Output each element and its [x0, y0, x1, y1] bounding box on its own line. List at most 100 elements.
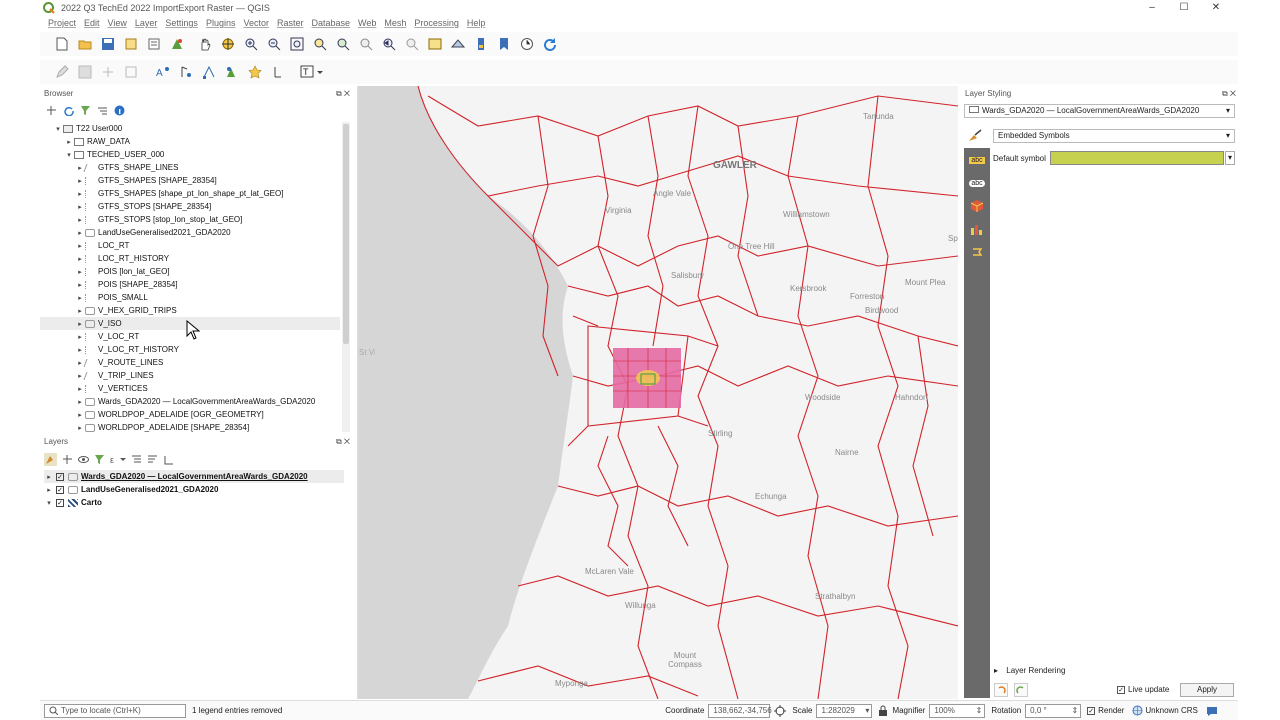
- filter-by-expression-icon[interactable]: ε: [110, 454, 126, 465]
- browser-item[interactable]: ▸ POIS [lon_lat_GEO]: [40, 265, 340, 278]
- zoom-native-button[interactable]: [356, 35, 376, 53]
- browser-item[interactable]: ▸ LOC_RT_HISTORY: [40, 252, 340, 265]
- default-symbol-color-button[interactable]: [1050, 151, 1224, 165]
- remove-layer-icon[interactable]: [163, 454, 174, 465]
- locator-search-input[interactable]: Type to locate (Ctrl+K): [44, 703, 186, 718]
- new-print-layout-button[interactable]: [121, 35, 141, 53]
- zoom-in-button[interactable]: [241, 35, 261, 53]
- zoom-to-layer-button[interactable]: [333, 35, 353, 53]
- menu-edit[interactable]: Edit: [84, 18, 100, 28]
- browser-item[interactable]: ▸ LandUseGeneralised2021_GDA2020: [40, 226, 340, 239]
- filter-legend-icon[interactable]: [94, 454, 105, 465]
- coordinate-field[interactable]: 138,662,-34,756: [708, 703, 772, 718]
- refresh-button[interactable]: [540, 35, 560, 53]
- symbology-tab[interactable]: [964, 126, 986, 146]
- layer-visibility-checkbox[interactable]: ✓: [56, 472, 64, 481]
- zoom-out-button[interactable]: [264, 35, 284, 53]
- browser-item[interactable]: ▸ POIS [SHAPE_28354]: [40, 278, 340, 291]
- panel-float-close-buttons[interactable]: ⧉ ✕: [336, 88, 350, 100]
- crs-globe-icon[interactable]: [1132, 705, 1143, 716]
- browser-item[interactable]: ▸ POIS_SMALL: [40, 291, 340, 304]
- toggle-extents-icon[interactable]: [774, 704, 787, 717]
- redo-style-button[interactable]: [1014, 683, 1028, 697]
- new-map-view-button[interactable]: [425, 35, 445, 53]
- zoom-last-button[interactable]: [379, 35, 399, 53]
- history-tab-icon[interactable]: [967, 244, 987, 260]
- browser-item[interactable]: ▾ T22 User000: [40, 122, 340, 135]
- layout-manager-button[interactable]: [144, 35, 164, 53]
- new-3d-view-button[interactable]: [448, 35, 468, 53]
- menu-database[interactable]: Database: [312, 18, 351, 28]
- lock-scale-icon[interactable]: [878, 705, 888, 716]
- minimize-button[interactable]: –: [1136, 0, 1168, 16]
- move-label-button[interactable]: [176, 63, 196, 81]
- menu-help[interactable]: Help: [467, 18, 486, 28]
- browser-item[interactable]: ▸ V_TRIP_LINES: [40, 369, 340, 382]
- favourite-button[interactable]: [245, 63, 265, 81]
- browser-item[interactable]: ▸ GTFS_STOPS [SHAPE_28354]: [40, 200, 340, 213]
- layer-visibility-checkbox[interactable]: ✓: [56, 485, 64, 494]
- browser-item[interactable]: ▸ V_ROUTE_LINES: [40, 356, 340, 369]
- layer-rendering-section[interactable]: ▸ Layer Rendering: [994, 665, 1065, 677]
- browser-item[interactable]: ▾ TECHED_USER_000: [40, 148, 340, 161]
- new-project-button[interactable]: [52, 35, 72, 53]
- menu-layer[interactable]: Layer: [135, 18, 158, 28]
- menu-raster[interactable]: Raster: [277, 18, 304, 28]
- browser-item[interactable]: ▸ V_VERTICES: [40, 382, 340, 395]
- open-styling-icon[interactable]: [44, 452, 57, 466]
- scale-combobox[interactable]: 1:282029 ▾: [816, 703, 873, 718]
- save-edits-button[interactable]: [75, 63, 95, 81]
- browser-item[interactable]: ▸ V_HEX_GRID_TRIPS: [40, 304, 340, 317]
- toggle-editing-button[interactable]: [52, 63, 72, 81]
- digitize-button[interactable]: [98, 63, 118, 81]
- layer-visibility-checkbox[interactable]: ✓: [56, 498, 64, 507]
- vertex-tool-button[interactable]: [121, 63, 141, 81]
- filter-icon[interactable]: [80, 105, 91, 116]
- messages-icon[interactable]: [1206, 705, 1218, 717]
- symbol-menu-dropdown[interactable]: ▾: [1225, 151, 1235, 165]
- layer-item[interactable]: ▾ ✓ Carto: [44, 496, 344, 509]
- browser-item[interactable]: ▸ LOC_RT: [40, 239, 340, 252]
- apply-button[interactable]: Apply: [1180, 683, 1234, 697]
- menu-project[interactable]: Project: [48, 18, 76, 28]
- label-toolbar-button[interactable]: A: [153, 63, 173, 81]
- pin-label-button[interactable]: [268, 63, 288, 81]
- menu-vector[interactable]: Vector: [243, 18, 269, 28]
- renderer-select[interactable]: Embedded Symbols ▾: [993, 129, 1235, 143]
- browser-item[interactable]: ▸ Wards_GDA2020 — LocalGovernmentAreaWard…: [40, 395, 340, 408]
- style-manager-button[interactable]: [167, 35, 187, 53]
- pan-to-selection-button[interactable]: [218, 35, 238, 53]
- browser-item[interactable]: ▸ V_LOC_RT_HISTORY: [40, 343, 340, 356]
- open-project-button[interactable]: [75, 35, 95, 53]
- styling-layer-select[interactable]: Wards_GDA2020 — LocalGovernmentAreaWards…: [964, 104, 1235, 118]
- browser-item[interactable]: ▸ WORLDPOP_ADELAIDE [OGR_GEOMETRY]: [40, 408, 340, 421]
- collapse-all-icon[interactable]: [97, 105, 108, 116]
- panel-float-close-buttons[interactable]: ⧉ ✕: [336, 436, 350, 448]
- browser-item[interactable]: ▸ GTFS_SHAPE_LINES: [40, 161, 340, 174]
- browser-item[interactable]: ▸ WORLDPOP_ADELAIDE [SHAPE_28354]: [40, 421, 340, 432]
- close-window-button[interactable]: ✕: [1200, 0, 1232, 16]
- pan-map-button[interactable]: [195, 35, 215, 53]
- masks-tab-icon[interactable]: abc: [967, 175, 987, 191]
- labels-tab-icon[interactable]: abc: [967, 152, 987, 168]
- add-group-icon[interactable]: [62, 454, 73, 465]
- node-tool-button[interactable]: [199, 63, 219, 81]
- expanded-arrow-icon[interactable]: ▾: [44, 497, 54, 510]
- map-canvas[interactable]: Tanunda GAWLER Angle Vale Virginia Williamst…: [357, 86, 958, 699]
- rotation-spinbox[interactable]: 0,0 ° ⇕: [1025, 703, 1082, 718]
- browser-scrollbar[interactable]: [342, 122, 350, 432]
- browser-item[interactable]: ▸ GTFS_SHAPES [shape_pt_lon_shape_pt_lat_…: [40, 187, 340, 200]
- select-features-button[interactable]: [222, 63, 242, 81]
- panel-float-close-buttons[interactable]: ⧉ ✕: [1222, 88, 1236, 100]
- diagrams-tab-icon[interactable]: [967, 221, 987, 237]
- maximize-button[interactable]: ☐: [1168, 0, 1200, 16]
- crs-label[interactable]: Unknown CRS: [1145, 706, 1197, 715]
- live-update-checkbox[interactable]: ✓: [1117, 685, 1125, 694]
- zoom-next-button[interactable]: [402, 35, 422, 53]
- zoom-full-button[interactable]: [287, 35, 307, 53]
- live-update-toggle[interactable]: ✓ Live update: [1117, 685, 1169, 694]
- render-checkbox[interactable]: ✓: [1087, 706, 1096, 715]
- browser-item[interactable]: ▸ GTFS_SHAPES [SHAPE_28354]: [40, 174, 340, 187]
- zoom-to-selection-button[interactable]: [310, 35, 330, 53]
- save-project-button[interactable]: [98, 35, 118, 53]
